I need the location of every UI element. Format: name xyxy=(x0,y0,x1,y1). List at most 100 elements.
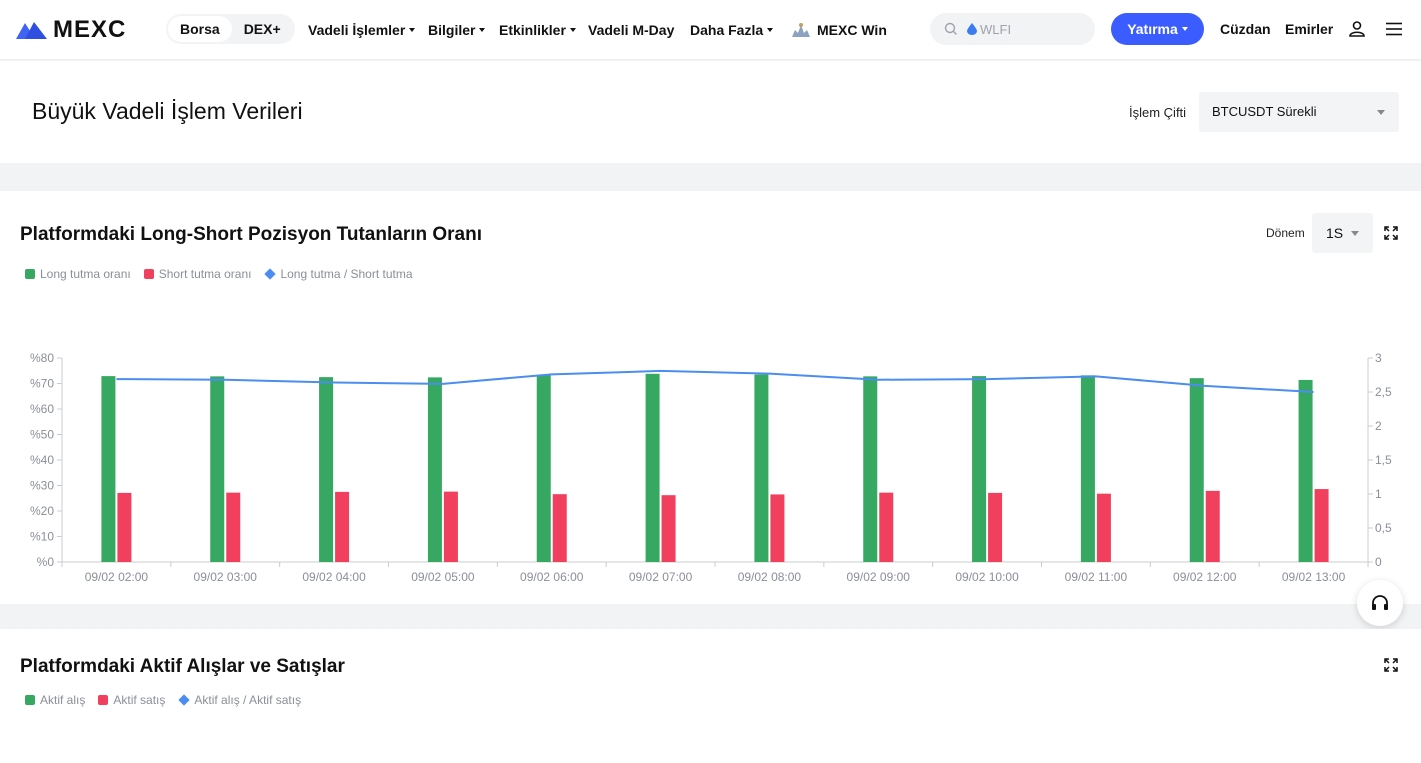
legend-item-long[interactable]: Long tutma oranı xyxy=(25,267,131,281)
short-bar xyxy=(1314,489,1329,562)
y-tick-label-right: 1 xyxy=(1375,487,1382,501)
x-tick-label: 09/02 12:00 xyxy=(1173,570,1237,584)
orders-link[interactable]: Emirler xyxy=(1285,0,1333,60)
short-bar xyxy=(552,494,567,562)
legend-swatch xyxy=(143,269,154,279)
short-bar xyxy=(988,492,1003,562)
legend-swatch xyxy=(264,268,277,280)
market-switch: Borsa DEX+ xyxy=(166,14,295,44)
long-bar xyxy=(210,376,225,562)
headset-icon xyxy=(1372,595,1388,610)
menu-more[interactable]: Daha Fazla xyxy=(690,0,774,60)
menu-label: Vadeli M-Day xyxy=(588,22,675,38)
y-tick-label-right: 0,5 xyxy=(1375,521,1392,535)
long-bar xyxy=(427,377,442,562)
long-bar xyxy=(754,374,769,562)
drop-icon xyxy=(967,23,977,35)
legend-label: Long tutma oranı xyxy=(40,267,131,281)
top-navbar: MEXC Borsa DEX+ Vadeli İşlemler Bilgiler… xyxy=(0,0,1421,60)
y-tick-label-right: 0 xyxy=(1375,555,1382,569)
legend-swatch xyxy=(178,694,191,706)
period-select[interactable]: 1S xyxy=(1312,213,1373,253)
logo-text: MEXC xyxy=(53,16,127,43)
legend-label: Aktif alış / Aktif satış xyxy=(194,693,302,707)
chevron-down-icon xyxy=(1181,27,1188,31)
deposit-label: Yatırma xyxy=(1127,21,1178,37)
short-bar xyxy=(1205,490,1220,562)
menu-info[interactable]: Bilgiler xyxy=(428,0,486,60)
chart-legend: Long tutma oranı Short tutma oranı Long … xyxy=(25,267,426,281)
y-tick-label-left: %60 xyxy=(30,402,54,416)
long-short-chart: %0 %10 %20 %30 %40 %50 %60 %70 %80 0 0,5 1 1,5 2 2,5 3 0… xyxy=(30,351,1392,584)
x-tick-label: 09/02 05:00 xyxy=(411,570,475,584)
expand-icon[interactable] xyxy=(1384,658,1398,672)
long-bar xyxy=(863,376,878,562)
x-tick-label: 09/02 02:00 xyxy=(85,570,149,584)
legend-swatch xyxy=(98,695,109,705)
short-bar xyxy=(226,492,241,562)
chevron-down-icon xyxy=(569,28,576,32)
menu-label: Daha Fazla xyxy=(690,22,764,38)
trophy-crowd-icon xyxy=(792,23,810,37)
legend-item-sell[interactable]: Aktif satış xyxy=(98,693,165,707)
chevron-down-icon xyxy=(479,28,486,32)
deposit-button[interactable]: Yatırma xyxy=(1111,13,1204,45)
chart-title: Platformdaki Aktif Alışlar ve Satışlar xyxy=(20,656,345,677)
x-tick-label: 09/02 07:00 xyxy=(629,570,693,584)
mexc-logo-icon xyxy=(16,22,47,39)
y-tick-label-left: %30 xyxy=(30,479,54,493)
x-tick-label: 09/02 06:00 xyxy=(520,570,584,584)
y-tick-label-right: 2,5 xyxy=(1375,385,1392,399)
pair-select[interactable]: BTCUSDT Sürekli xyxy=(1199,92,1399,132)
y-tick-label-left: %20 xyxy=(30,504,54,518)
mexc-logo[interactable]: MEXC xyxy=(16,16,126,44)
x-tick-label: 09/02 10:00 xyxy=(955,570,1019,584)
menu-label: Etkinlikler xyxy=(499,22,566,38)
y-tick-label-left: %0 xyxy=(37,555,55,569)
legend-item-ratio[interactable]: Long tutma / Short tutma xyxy=(264,267,413,281)
chevron-down-icon xyxy=(1377,110,1385,115)
y-tick-label-left: %50 xyxy=(30,428,54,442)
expand-icon[interactable] xyxy=(1384,226,1398,240)
legend-item-short[interactable]: Short tutma oranı xyxy=(143,267,252,281)
long-bar xyxy=(645,373,660,562)
chevron-down-icon xyxy=(409,28,416,32)
segment-dex[interactable]: DEX+ xyxy=(232,16,293,42)
user-icon[interactable] xyxy=(1348,20,1366,38)
menu-events[interactable]: Etkinlikler xyxy=(499,0,576,60)
menu-label: Vadeli İşlemler xyxy=(308,22,406,38)
wallet-link[interactable]: Cüzdan xyxy=(1220,0,1271,60)
y-tick-label-left: %70 xyxy=(30,377,54,391)
legend-label: Aktif alış xyxy=(40,693,86,707)
search-input[interactable]: WLFI xyxy=(930,13,1095,45)
long-bar xyxy=(1298,379,1313,562)
short-bar xyxy=(879,492,894,562)
legend-item-buy-sell-ratio[interactable]: Aktif alış / Aktif satış xyxy=(178,693,301,707)
legend-item-buy[interactable]: Aktif alış xyxy=(25,693,85,707)
x-tick-label: 09/02 04:00 xyxy=(302,570,366,584)
segment-borsa[interactable]: Borsa xyxy=(168,16,232,42)
long-bar xyxy=(972,376,987,562)
page-header: Büyük Vadeli İşlem Verileri İşlem Çifti … xyxy=(0,61,1421,163)
y-tick-label-left: %80 xyxy=(30,351,54,365)
support-button[interactable] xyxy=(1357,580,1403,626)
menu-mexc-win[interactable]: MEXC Win xyxy=(790,0,887,60)
menu-futures[interactable]: Vadeli İşlemler xyxy=(308,0,416,60)
x-tick-label: 09/02 11:00 xyxy=(1065,570,1128,584)
y-tick-label-right: 2 xyxy=(1375,419,1382,433)
chart-legend: Aktif alış Aktif satış Aktif alış / Akti… xyxy=(25,693,314,707)
short-bar xyxy=(443,491,458,562)
long-short-chart-panel: Platformdaki Long-Short Pozisyon Tutanla… xyxy=(0,191,1421,604)
page-title: Büyük Vadeli İşlem Verileri xyxy=(32,98,303,124)
ratio-line xyxy=(116,369,1314,393)
pair-label: İşlem Çifti xyxy=(1129,105,1187,120)
menu-mday[interactable]: Vadeli M-Day xyxy=(588,0,674,60)
short-bar xyxy=(770,494,785,562)
y-tick-label-left: %40 xyxy=(30,453,54,467)
active-buy-sell-panel: Platformdaki Aktif Alışlar ve Satışlar A… xyxy=(0,629,1421,763)
long-bar xyxy=(1080,375,1095,562)
period-value: 1S xyxy=(1326,225,1344,241)
menu-icon[interactable] xyxy=(1386,22,1402,36)
period-label: Dönem xyxy=(1266,226,1305,240)
legend-label: Short tutma oranı xyxy=(158,267,252,281)
